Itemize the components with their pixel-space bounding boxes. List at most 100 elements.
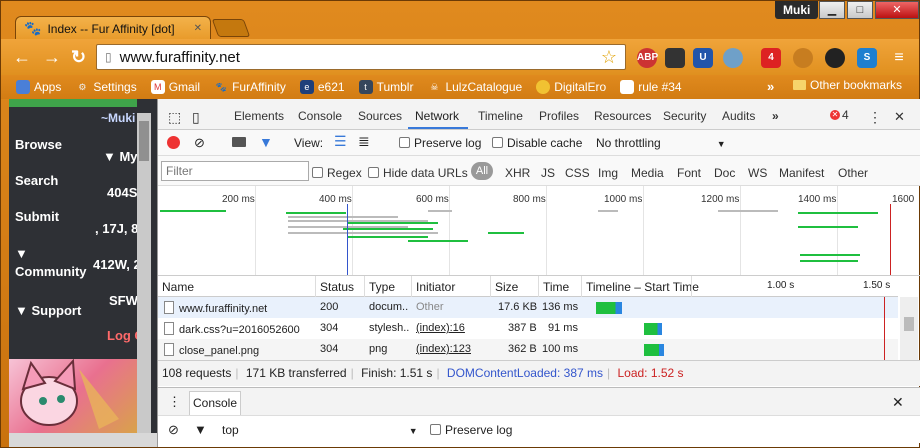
clear-icon[interactable]: ⊘ [194,135,205,151]
stat-journals[interactable]: , 17J, 8 [95,221,138,236]
back-icon[interactable]: ← [13,47,31,68]
table-row[interactable]: close_panel.png 304 png (index):123 362 … [158,339,898,360]
network-overview[interactable]: 200 ms 400 ms 600 ms 800 ms 1000 ms 1200… [158,186,920,276]
tab-audits[interactable]: Audits [722,109,755,123]
adblock-icon[interactable]: ABP [637,48,658,68]
tab-security[interactable]: Security [663,109,706,123]
page-scrollbar[interactable] [137,113,151,433]
bookmark-furaffinity[interactable]: 🐾 FurAffinity [207,80,293,94]
filter-manifest[interactable]: Manifest [779,166,824,180]
extension-u-icon[interactable]: U [693,48,713,68]
bookmark-e621[interactable]: e e621 [293,80,352,94]
tab-profiles[interactable]: Profiles [539,109,579,123]
bookmark-settings[interactable]: ⚙ Settings [68,80,143,94]
col-type[interactable]: Type [369,280,395,294]
context-select[interactable]: top ▼ [222,423,418,437]
inspect-icon[interactable]: ⬚ [168,109,181,126]
filter-all[interactable]: All [471,162,493,180]
table-row[interactable]: www.furaffinity.net 200 docum... Other 1… [158,297,898,318]
nav-support[interactable]: ▼ Support [15,303,81,318]
disable-cache-checkbox[interactable]: Disable cache [492,136,582,150]
my-menu[interactable]: ▼ My [103,149,138,164]
filter-js[interactable]: JS [541,166,555,180]
stat-watches[interactable]: 412W, 2 [93,257,141,272]
bookmark-digitalero[interactable]: DigitalEro [529,80,613,94]
device-mode-icon[interactable]: ▯ [192,109,200,126]
nav-community[interactable]: ▼ Community [15,245,95,281]
extension-cat-icon[interactable] [793,48,813,68]
table-scrollbar[interactable] [900,297,918,360]
tab-furaffinity[interactable]: 🐾 Index -- Fur Affinity [dot] ✕ [15,16,211,40]
minimize-button[interactable]: ▁ [819,1,845,19]
forward-icon[interactable]: → [43,47,61,68]
sfw-toggle[interactable]: SFW [109,293,138,308]
drawer-close-icon[interactable]: ✕ [892,394,904,411]
tab-close-icon[interactable]: ✕ [194,23,202,34]
request-initiator[interactable]: (index):16 [416,322,465,334]
console-preserve-log-checkbox[interactable]: Preserve log [430,423,512,437]
filter-img[interactable]: Img [598,166,618,180]
table-scroll-thumb[interactable] [904,317,914,331]
request-initiator[interactable]: (index):123 [416,343,471,355]
bookmark-lulzcatalogue[interactable]: ☠ LulzCatalogue [420,80,529,94]
filter-ws[interactable]: WS [748,166,767,180]
filter-icon[interactable]: ▼ [259,134,273,150]
tab-resources[interactable]: Resources [594,109,651,123]
user-link[interactable]: ~Muki [101,111,135,125]
more-tabs-icon[interactable]: » [772,109,779,123]
hide-data-urls-checkbox[interactable]: Hide data URLs [368,166,468,180]
filter-xhr[interactable]: XHR [505,166,530,180]
capture-screenshots-icon[interactable] [232,137,246,147]
col-size[interactable]: Size [495,280,518,294]
col-name[interactable]: Name [162,280,194,294]
nav-submit[interactable]: Submit [15,209,59,224]
extension-dark-icon[interactable] [665,48,685,68]
bookmark-apps[interactable]: Apps [9,80,68,94]
tab-console[interactable]: Console [298,109,342,123]
url-text[interactable]: www.furaffinity.net [120,49,593,66]
bookmark-gmail[interactable]: M Gmail [144,80,207,94]
close-window-button[interactable]: ✕ [875,1,919,19]
drawer-tab-console[interactable]: Console [189,391,241,415]
throttle-select[interactable]: No throttling ▼ [596,136,726,150]
page-scroll-thumb[interactable] [139,121,149,161]
overview-icon[interactable]: ≣ [358,133,370,150]
filter-css[interactable]: CSS [565,166,590,180]
other-bookmarks[interactable]: Other bookmarks [793,78,902,92]
extension-s-icon[interactable]: S [857,48,877,68]
extension-paw-icon[interactable] [825,48,845,68]
drawer-menu-icon[interactable]: ⋮ [168,394,181,410]
col-status[interactable]: Status [320,280,354,294]
filter-other[interactable]: Other [838,166,868,180]
bookmark-tumblr[interactable]: t Tumblr [352,80,421,94]
bookmark-star-icon[interactable]: ☆ [601,47,617,68]
address-bar[interactable]: ▯ www.furaffinity.net ☆ [96,44,626,70]
col-initiator[interactable]: Initiator [416,280,455,294]
maximize-button[interactable]: □ [847,1,873,19]
col-timeline[interactable]: Timeline – Start Time [586,280,699,294]
nav-browse[interactable]: Browse [15,137,62,152]
tab-network[interactable]: Network [415,109,459,123]
devtools-menu-icon[interactable]: ⋮ [868,109,882,126]
extension-badge-icon[interactable]: 4 [761,48,781,68]
regex-checkbox[interactable]: Regex [312,166,362,180]
stat-submissions[interactable]: 404S [107,185,137,200]
clear-console-icon[interactable]: ⊘ [168,422,179,438]
bookmarks-overflow-icon[interactable]: » [767,79,774,94]
filter-input[interactable] [161,161,309,181]
tab-elements[interactable]: Elements [234,109,284,123]
console-filter-icon[interactable]: ▼ [194,422,207,437]
col-time[interactable]: Time [543,280,569,294]
filter-media[interactable]: Media [631,166,664,180]
reload-icon[interactable]: ↻ [71,47,86,68]
page-horizontal-scrollbar[interactable] [9,433,157,447]
filter-font[interactable]: Font [677,166,701,180]
new-tab-button[interactable] [211,19,251,37]
devtools-close-icon[interactable]: ✕ [894,109,905,125]
profile-name[interactable]: Muki [775,1,819,19]
extension-gear-icon[interactable] [723,48,743,68]
bookmark-rule34[interactable]: rule #34 [613,80,688,94]
large-rows-icon[interactable]: ☰ [334,133,347,150]
preserve-log-checkbox[interactable]: Preserve log [399,136,481,150]
error-counter[interactable]: ✕ 4 [830,108,849,122]
